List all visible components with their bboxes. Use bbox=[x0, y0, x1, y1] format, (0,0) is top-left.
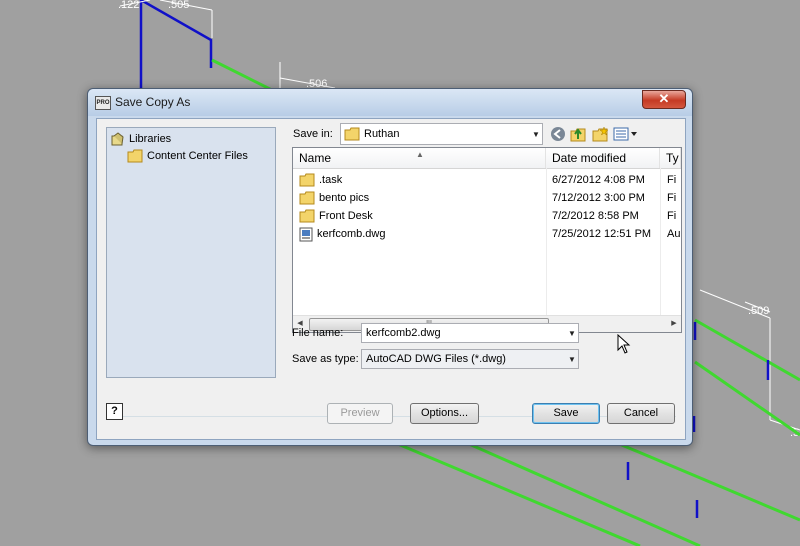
type-cell: Au bbox=[667, 228, 681, 240]
libraries-tree-root[interactable]: Libraries bbox=[111, 132, 171, 146]
folder-icon bbox=[299, 209, 315, 223]
chevron-down-icon: ▼ bbox=[568, 354, 576, 364]
type-cell: Fi bbox=[667, 210, 677, 222]
dialog-client-area: Libraries Content Center Files Save in: … bbox=[96, 118, 686, 440]
column-header-date-modified[interactable]: Date modified bbox=[546, 148, 660, 168]
cad-green-line bbox=[459, 438, 701, 546]
date-modified-cell: 7/12/2012 3:00 PM bbox=[552, 192, 645, 204]
type-cell: Fi bbox=[667, 192, 677, 204]
save-in-label: Save in: bbox=[293, 128, 333, 140]
file-name-input[interactable]: kerfcomb2.dwg ▼ bbox=[361, 323, 579, 343]
views-menu-icon[interactable] bbox=[613, 125, 639, 143]
cad-green-line bbox=[609, 438, 800, 522]
file-name-cell: Front Desk bbox=[319, 210, 373, 222]
preview-button[interactable]: Preview bbox=[327, 403, 393, 424]
cad-dimension-text: .509 bbox=[748, 305, 769, 317]
save-as-type-value: AutoCAD DWG Files (*.dwg) bbox=[366, 353, 506, 365]
content-center-files-label: Content Center Files bbox=[147, 150, 248, 162]
file-row[interactable]: .task 6/27/2012 4:08 PM Fi bbox=[293, 171, 681, 189]
file-name-cell: bento pics bbox=[319, 192, 370, 204]
sort-ascending-icon: ▲ bbox=[416, 150, 424, 159]
file-name-cell: kerfcomb.dwg bbox=[317, 228, 386, 240]
chevron-down-icon[interactable]: ▼ bbox=[566, 329, 578, 338]
back-icon[interactable] bbox=[549, 125, 567, 143]
file-name-value: kerfcomb2.dwg bbox=[366, 327, 441, 339]
libraries-icon bbox=[111, 132, 124, 146]
folder-icon bbox=[299, 191, 315, 205]
folder-icon bbox=[344, 127, 360, 141]
folder-icon bbox=[127, 149, 143, 163]
save-in-dropdown[interactable]: Ruthan ▼ bbox=[340, 123, 543, 145]
file-list[interactable]: Name ▲ Date modified Ty .task 6/27/2012 … bbox=[292, 147, 682, 333]
date-modified-cell: 7/2/2012 8:58 PM bbox=[552, 210, 639, 222]
file-list-header: Name ▲ Date modified Ty bbox=[293, 148, 681, 169]
mouse-cursor-icon bbox=[617, 334, 631, 354]
help-button[interactable]: ? bbox=[106, 403, 123, 420]
save-in-value: Ruthan bbox=[364, 128, 400, 140]
file-row[interactable]: bento pics 7/12/2012 3:00 PM Fi bbox=[293, 189, 681, 207]
dialog-title: Save Copy As bbox=[115, 95, 191, 109]
save-as-type-dropdown[interactable]: AutoCAD DWG Files (*.dwg) ▼ bbox=[361, 349, 579, 369]
save-copy-as-dialog: PRO Save Copy As ✕ Libraries Content Cen… bbox=[87, 88, 693, 446]
up-folder-icon[interactable] bbox=[569, 125, 587, 143]
folder-icon bbox=[299, 173, 315, 187]
close-button[interactable]: ✕ bbox=[642, 90, 686, 109]
dialog-titlebar[interactable]: PRO Save Copy As ✕ bbox=[88, 89, 692, 116]
file-row[interactable]: Front Desk 7/2/2012 8:58 PM Fi bbox=[293, 207, 681, 225]
column-header-type[interactable]: Ty bbox=[660, 148, 681, 168]
file-name-label: File name: bbox=[292, 327, 344, 339]
file-row[interactable]: kerfcomb.dwg 7/25/2012 12:51 PM Au bbox=[293, 225, 681, 243]
options-button[interactable]: Options... bbox=[410, 403, 479, 424]
dwg-file-icon bbox=[299, 227, 313, 241]
date-modified-cell: 7/25/2012 12:51 PM bbox=[552, 228, 652, 240]
libraries-label: Libraries bbox=[129, 133, 172, 145]
cancel-button[interactable]: Cancel bbox=[607, 403, 675, 424]
new-folder-icon[interactable] bbox=[591, 125, 609, 143]
save-button[interactable]: Save bbox=[532, 403, 600, 424]
cad-green-line bbox=[694, 318, 800, 382]
cad-dimension-text: .122 bbox=[118, 0, 139, 11]
date-modified-cell: 6/27/2012 4:08 PM bbox=[552, 174, 645, 186]
file-name-cell: .task bbox=[319, 174, 343, 186]
column-header-name[interactable]: Name ▲ bbox=[293, 148, 546, 168]
save-as-type-label: Save as type: bbox=[292, 353, 359, 365]
chevron-down-icon: ▼ bbox=[532, 129, 540, 139]
libraries-panel: Libraries Content Center Files bbox=[106, 127, 276, 378]
content-center-files-item[interactable]: Content Center Files bbox=[127, 149, 248, 163]
cad-green-line bbox=[694, 360, 800, 437]
cad-dimension-text: .505 bbox=[168, 0, 189, 11]
type-cell: Fi bbox=[667, 174, 677, 186]
scroll-right-icon[interactable]: ▶ bbox=[667, 316, 681, 332]
cad-blue-outline bbox=[139, 0, 213, 88]
inventor-pro-icon: PRO bbox=[95, 96, 111, 110]
